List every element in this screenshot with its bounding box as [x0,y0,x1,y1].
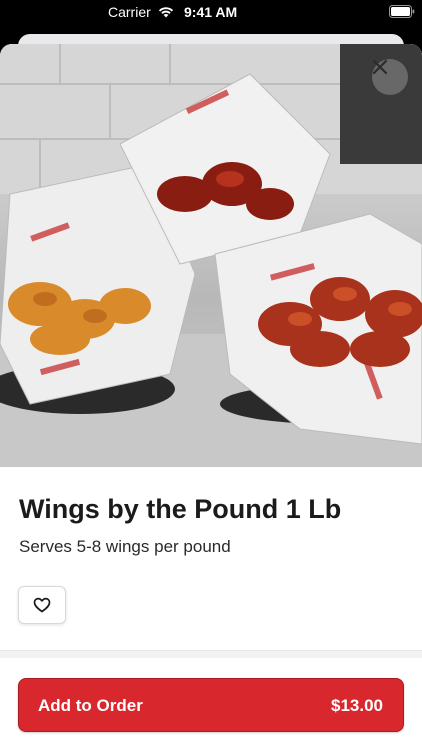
add-to-order-button[interactable]: Add to Order $13.00 [18,678,404,732]
clock: 9:41 AM [184,4,238,20]
close-button[interactable] [372,59,408,95]
screen: Carrier 9:41 AM Wings by the Pound 1 Lb … [0,0,422,750]
status-bar: Carrier 9:41 AM [0,0,422,24]
wings-photo-illustration [0,44,422,467]
item-price: $13.00 [331,696,383,715]
carrier-label: Carrier [108,4,151,20]
item-photo [0,44,422,467]
battery-icon [389,5,415,18]
item-title: Wings by the Pound 1 Lb [19,494,342,524]
favorite-button[interactable] [18,586,66,624]
item-detail-sheet: Wings by the Pound 1 Lb Serves 5-8 wings… [0,44,422,750]
add-to-order-label: Add to Order [38,696,143,715]
heart-icon [33,597,51,613]
section-divider [0,650,422,658]
close-icon [372,59,388,75]
wifi-icon [158,7,174,18]
item-description: Serves 5-8 wings per pound [19,537,231,556]
